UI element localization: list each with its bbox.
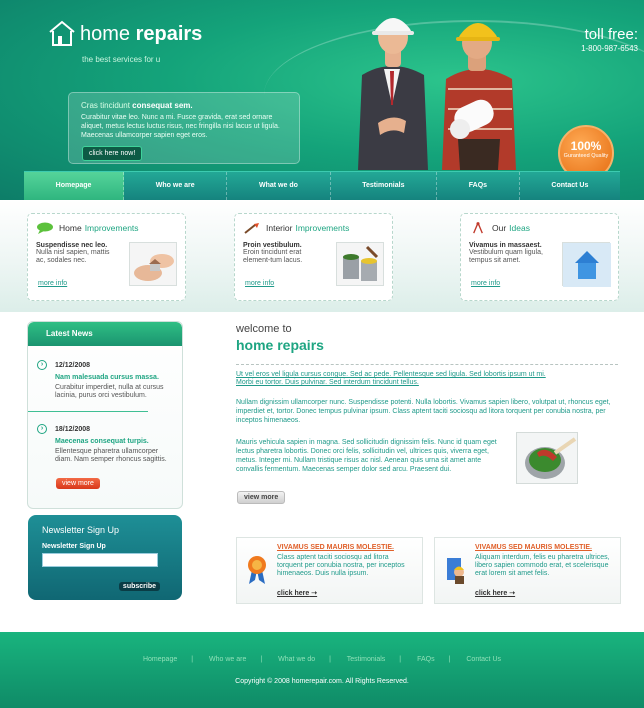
- nav-homepage[interactable]: Homepage: [24, 172, 125, 200]
- news-divider: [28, 411, 148, 412]
- latest-news-heading: Latest News: [28, 322, 182, 346]
- paint-can-image: [516, 432, 578, 484]
- house-icon: [48, 20, 75, 46]
- more-info-link[interactable]: more info: [471, 280, 500, 287]
- features-band: Home Improvements Suspendisse nec leo. Nu…: [0, 200, 644, 312]
- paintbrush-icon: [244, 223, 259, 234]
- award-ribbon-icon: [248, 556, 266, 584]
- nav-faqs[interactable]: FAQs: [437, 172, 520, 200]
- feature-text: Vestibulum quam ligula, tempus sit amet.: [469, 249, 543, 264]
- feature-interior-improvements: Interior Improvements Proin vestibulum. E…: [234, 213, 393, 301]
- nav-testimonials[interactable]: Testimonials: [331, 172, 438, 200]
- tollfree-number: 1-800-987-6543: [581, 44, 638, 53]
- promo-text: Aliquam interdum, felis eu pharetra ultr…: [475, 554, 610, 577]
- welcome-heading: welcome to home repairs: [236, 323, 324, 353]
- footer-link-testimonials[interactable]: Testimonials: [347, 656, 386, 663]
- badge-percent: 100%: [570, 139, 602, 153]
- header: home repairs the best services for u Cra…: [0, 0, 644, 200]
- click-here-link[interactable]: click here ➝: [277, 589, 317, 597]
- subscribe-button[interactable]: subscribe: [118, 582, 160, 591]
- welcome-text: welcome to: [236, 323, 292, 335]
- news-date: › 12/12/2008: [37, 360, 177, 370]
- paragraph-1: Nullam dignissim ullamcorper nunc. Suspe…: [236, 399, 611, 424]
- news-date: › 18/12/2008: [37, 424, 177, 434]
- main-nav: Homepage Who we are What we do Testimoni…: [24, 171, 620, 200]
- newsletter-email-input[interactable]: [42, 553, 158, 567]
- footer-nav: Homepage | Who we are | What we do | Testim…: [142, 656, 501, 663]
- more-info-link[interactable]: more info: [38, 280, 67, 287]
- news-title[interactable]: Maecenas consequat turpis.: [55, 438, 177, 445]
- paragraph-2: Mauris vehicula sapien in magna. Sed sol…: [236, 439, 497, 473]
- promo-box: VIVAMUS SED MAURIS MOLESTIE. Class apten…: [236, 537, 423, 604]
- newsletter-label: Newsletter Sign Up: [42, 543, 106, 550]
- businessman-figure: [358, 18, 428, 170]
- news-item: › 18/12/2008 Maecenas consequat turpis. E…: [37, 424, 177, 464]
- latest-news-panel: Latest News: [27, 321, 183, 509]
- more-info-link[interactable]: more info: [245, 280, 274, 287]
- feature-text: Nulla nisl sapien, mattis ac, sodales ne…: [36, 249, 110, 264]
- logo-text: home repairs: [80, 23, 203, 45]
- feature-title: Interior Improvements: [243, 222, 384, 234]
- view-more-button[interactable]: view more: [237, 491, 286, 504]
- promo-text: Class aptent taciti sociosqu ad litora t…: [277, 554, 405, 577]
- compass-icon: [473, 222, 483, 234]
- promo-box: VIVAMUS SED MAURIS MOLESTIE. Aliquam int…: [434, 537, 621, 604]
- tollfree-label: toll free:: [584, 26, 638, 43]
- news-text: Curabitur imperdiet, nulla at cursus lac…: [55, 384, 164, 399]
- blue-house-image: [562, 242, 611, 287]
- footer-link-who-we-are[interactable]: Who we are: [209, 656, 246, 663]
- news-text: Ellentesque pharetra ullamcorper diam. N…: [55, 448, 167, 463]
- arrow-right-icon: ›: [37, 360, 47, 370]
- promo-title[interactable]: VIVAMUS SED MAURIS MOLESTIE.: [475, 544, 612, 551]
- news-title[interactable]: Nam malesuada cursus massa.: [55, 374, 177, 381]
- nav-what-we-do[interactable]: What we do: [227, 172, 331, 200]
- speech-bubble-icon: [37, 222, 53, 234]
- feature-title: Our Ideas: [469, 222, 610, 234]
- footer: Homepage | Who we are | What we do | Testim…: [0, 632, 644, 708]
- nav-contact-us[interactable]: Contact Us: [520, 172, 620, 200]
- click-here-now-button[interactable]: click here now!: [82, 146, 143, 161]
- feature-text: Eroin tincidunt erat element-tum lacus.: [243, 249, 303, 264]
- intro-link[interactable]: Ut vel eros vel ligula cursus congue. Se…: [236, 371, 556, 387]
- nav-who-we-are[interactable]: Who we are: [124, 172, 228, 200]
- paint-cans-image: [336, 242, 384, 286]
- footer-link-homepage[interactable]: Homepage: [143, 656, 177, 663]
- worker-icon: [447, 558, 464, 584]
- intro-title: Cras tincidunt consequat sem.: [81, 101, 193, 110]
- feature-title: Home Improvements: [36, 222, 177, 234]
- hands-house-image: [129, 242, 177, 286]
- arrow-right-icon: ›: [37, 424, 47, 434]
- page-title: home repairs: [236, 337, 324, 353]
- newsletter-panel: Newsletter Sign Up Newsletter Sign Up su…: [28, 515, 182, 600]
- click-here-link[interactable]: click here ➝: [475, 589, 515, 597]
- view-more-news-button[interactable]: view more: [56, 478, 100, 489]
- workers-photo: [348, 5, 518, 170]
- feature-our-ideas: Our Ideas Vivamus in massaest. Vestibulum…: [460, 213, 619, 301]
- footer-link-contact-us[interactable]: Contact Us: [466, 656, 501, 663]
- feature-home-improvements: Home Improvements Suspendisse nec leo. Nu…: [27, 213, 186, 301]
- copyright: Copyright © 2008 homerepair.com. All Rig…: [235, 678, 409, 685]
- worker-figure: [442, 23, 516, 170]
- badge-text: Guranteed Quality: [563, 153, 609, 159]
- toll-free: toll free: 1-800-987-6543: [581, 26, 638, 53]
- promo-title[interactable]: VIVAMUS SED MAURIS MOLESTIE.: [277, 544, 414, 551]
- footer-link-faqs[interactable]: FAQs: [417, 656, 435, 663]
- newsletter-title: Newsletter Sign Up: [42, 525, 120, 535]
- intro-text: Curabitur vitae leo. Nunc a mi. Fusce gr…: [81, 114, 280, 139]
- tagline: the best services for u: [82, 55, 161, 64]
- footer-link-what-we-do[interactable]: What we do: [278, 656, 315, 663]
- dashed-divider: [236, 364, 618, 365]
- news-item: › 12/12/2008 Nam malesuada cursus massa. …: [37, 360, 177, 400]
- logo[interactable]: home repairs: [48, 20, 202, 46]
